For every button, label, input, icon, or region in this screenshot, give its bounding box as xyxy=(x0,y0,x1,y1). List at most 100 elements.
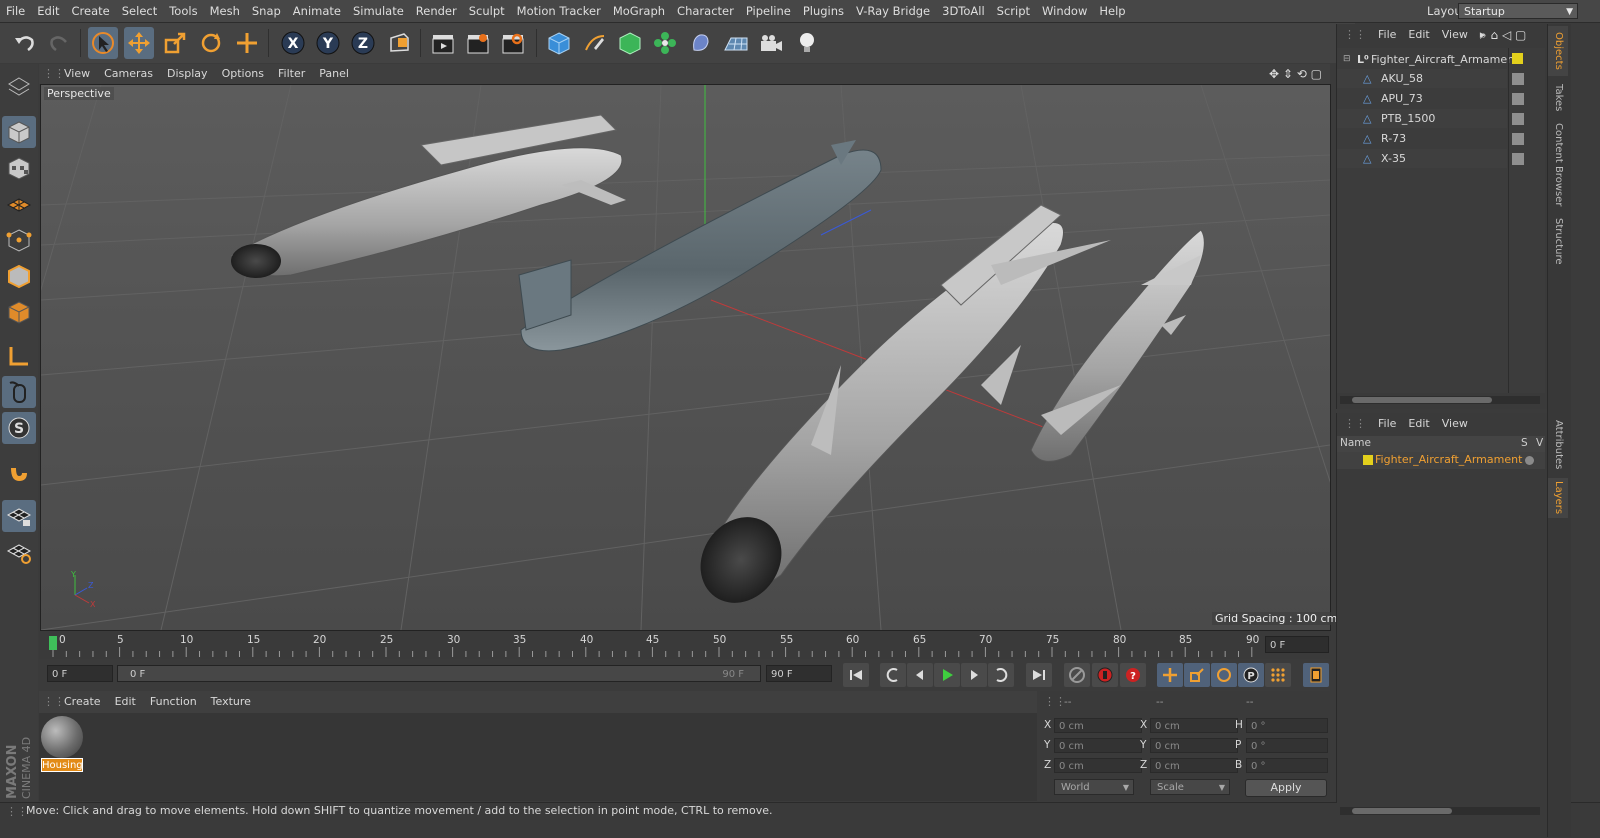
menu-script[interactable]: Script xyxy=(991,0,1036,22)
rot-b-field[interactable]: 0 ° xyxy=(1246,758,1328,773)
material-tag-icon[interactable] xyxy=(1512,93,1524,105)
snap-settings-button[interactable]: S xyxy=(2,412,36,444)
menu-select[interactable]: Select xyxy=(116,0,163,22)
scrollbar-thumb[interactable] xyxy=(1352,808,1452,814)
scrollbar-thumb[interactable] xyxy=(1352,397,1492,403)
timeline-window-button[interactable] xyxy=(1303,663,1329,687)
layer-col-visible[interactable]: V xyxy=(1536,437,1543,449)
menu-mograph[interactable]: MoGraph xyxy=(607,0,671,22)
tab-structure[interactable]: Structure xyxy=(1548,214,1568,268)
current-frame-field[interactable]: 0 F xyxy=(1265,636,1329,653)
tweak-mode-button[interactable] xyxy=(2,376,36,408)
key-position-button[interactable] xyxy=(1157,663,1183,687)
layer-col-solo[interactable]: S xyxy=(1521,437,1528,449)
viewport-menu-panel[interactable]: Panel xyxy=(312,64,356,84)
layer-menu-view[interactable]: View xyxy=(1436,413,1474,435)
tab-takes[interactable]: Takes xyxy=(1548,80,1568,116)
menu-mesh[interactable]: Mesh xyxy=(204,0,246,22)
frame-range-slider[interactable]: 0 F 90 F xyxy=(117,665,761,682)
coordinate-system-button[interactable] xyxy=(384,27,414,59)
menu-tools[interactable]: Tools xyxy=(163,0,203,22)
menu-snap[interactable]: Snap xyxy=(246,0,287,22)
tab-layers[interactable]: Layers xyxy=(1548,478,1568,518)
size-y-field[interactable]: 0 cm xyxy=(1150,738,1238,753)
points-mode-button[interactable] xyxy=(2,224,36,256)
add-spline-button[interactable] xyxy=(580,27,610,59)
collapse-icon[interactable]: ⊟ xyxy=(1343,50,1351,69)
key-rotation-button[interactable] xyxy=(1211,663,1237,687)
key-pla-button[interactable] xyxy=(1265,663,1291,687)
layer-menu-edit[interactable]: Edit xyxy=(1402,413,1435,435)
layer-color-swatch[interactable] xyxy=(1512,53,1523,64)
timeline-ruler[interactable]: 0 5 10 15 20 25 30 35 40 45 50 55 60 65 … xyxy=(39,631,1330,659)
layout-dropdown[interactable]: Startup ▼ xyxy=(1458,3,1578,19)
size-x-field[interactable]: 0 cm xyxy=(1150,718,1238,733)
material-tag-icon[interactable] xyxy=(1512,133,1524,145)
coordinate-space-dropdown[interactable]: World ▼ xyxy=(1054,779,1134,795)
y-axis-lock[interactable]: Y xyxy=(313,27,343,59)
key-scale-button[interactable] xyxy=(1184,663,1210,687)
material-tag-icon[interactable] xyxy=(1512,153,1524,165)
menu-create[interactable]: Create xyxy=(66,0,116,22)
pos-y-field[interactable]: 0 cm xyxy=(1054,738,1142,753)
menu-window[interactable]: Window xyxy=(1036,0,1093,22)
locked-workplane-button[interactable] xyxy=(2,500,36,532)
menu-edit[interactable]: Edit xyxy=(31,0,65,22)
z-axis-lock[interactable]: Z xyxy=(348,27,378,59)
material-name-label[interactable]: Housing xyxy=(41,758,83,772)
object-row[interactable]: △ X-35 xyxy=(1337,149,1507,168)
tab-attributes[interactable]: Attributes xyxy=(1548,416,1568,474)
viewport-menu-options[interactable]: Options xyxy=(215,64,271,84)
object-row-root[interactable]: ⊟ L⁰ Fighter_Aircraft_Armament xyxy=(1337,50,1518,69)
add-light-button[interactable] xyxy=(792,27,822,59)
go-to-start-button[interactable] xyxy=(843,663,869,687)
viewport-nav-icons[interactable]: ✥ ⇕ ⟲ ▢ xyxy=(1269,64,1322,84)
render-settings-button[interactable] xyxy=(498,27,528,59)
scale-tool[interactable] xyxy=(160,27,190,59)
viewport-menu-view[interactable]: View xyxy=(57,64,97,84)
polygons-mode-button[interactable] xyxy=(2,296,36,328)
menu-plugins[interactable]: Plugins xyxy=(797,0,850,22)
autokey-button[interactable]: ? xyxy=(1120,663,1146,687)
move-tool[interactable] xyxy=(124,27,154,59)
menu-character[interactable]: Character xyxy=(671,0,740,22)
layer-manager-scrollbar[interactable] xyxy=(1340,807,1540,815)
texture-mode-button[interactable] xyxy=(2,152,36,184)
material-menu-function[interactable]: Function xyxy=(143,691,204,713)
material-tag-icon[interactable] xyxy=(1512,73,1524,85)
live-selection-tool[interactable] xyxy=(88,27,118,59)
add-camera-button[interactable] xyxy=(756,27,786,59)
menu-vray-bridge[interactable]: V-Ray Bridge xyxy=(850,0,936,22)
layer-menu-file[interactable]: File xyxy=(1372,413,1402,435)
size-z-field[interactable]: 0 cm xyxy=(1150,758,1238,773)
pos-x-field[interactable]: 0 cm xyxy=(1054,718,1142,733)
enable-axis-button[interactable] xyxy=(2,340,36,372)
start-frame-field[interactable]: 0 F xyxy=(47,665,113,682)
add-environment-button[interactable] xyxy=(721,27,751,59)
material-preview-swatch[interactable] xyxy=(41,716,83,758)
layer-col-name[interactable]: Name xyxy=(1340,437,1371,449)
object-menu-file[interactable]: File xyxy=(1372,24,1402,46)
object-manager-toolbar-icons[interactable]: ⌕ ⌂ ◁ ▢ xyxy=(1480,28,1526,43)
menu-help[interactable]: Help xyxy=(1093,0,1131,22)
menu-simulate[interactable]: Simulate xyxy=(347,0,410,22)
add-generator-button[interactable] xyxy=(615,27,645,59)
previous-frame-button[interactable] xyxy=(907,663,933,687)
rot-h-field[interactable]: 0 ° xyxy=(1246,718,1328,733)
menu-pipeline[interactable]: Pipeline xyxy=(740,0,797,22)
next-frame-button[interactable] xyxy=(961,663,987,687)
previous-key-button[interactable] xyxy=(880,663,906,687)
object-menu-edit[interactable]: Edit xyxy=(1402,24,1435,46)
add-mograph-button[interactable] xyxy=(650,27,680,59)
model-mode-button[interactable] xyxy=(2,116,36,148)
redo-button[interactable] xyxy=(44,27,74,59)
menu-render[interactable]: Render xyxy=(410,0,463,22)
render-view-button[interactable] xyxy=(428,27,458,59)
layer-row[interactable]: Fighter_Aircraft_Armament xyxy=(1337,452,1545,469)
viewport-menu-cameras[interactable]: Cameras xyxy=(97,64,160,84)
object-manager-scrollbar[interactable] xyxy=(1340,396,1540,404)
menu-motion-tracker[interactable]: Motion Tracker xyxy=(511,0,607,22)
material-menu-edit[interactable]: Edit xyxy=(108,691,143,713)
viewport-menu-display[interactable]: Display xyxy=(160,64,215,84)
x-axis-lock[interactable]: X xyxy=(278,27,308,59)
